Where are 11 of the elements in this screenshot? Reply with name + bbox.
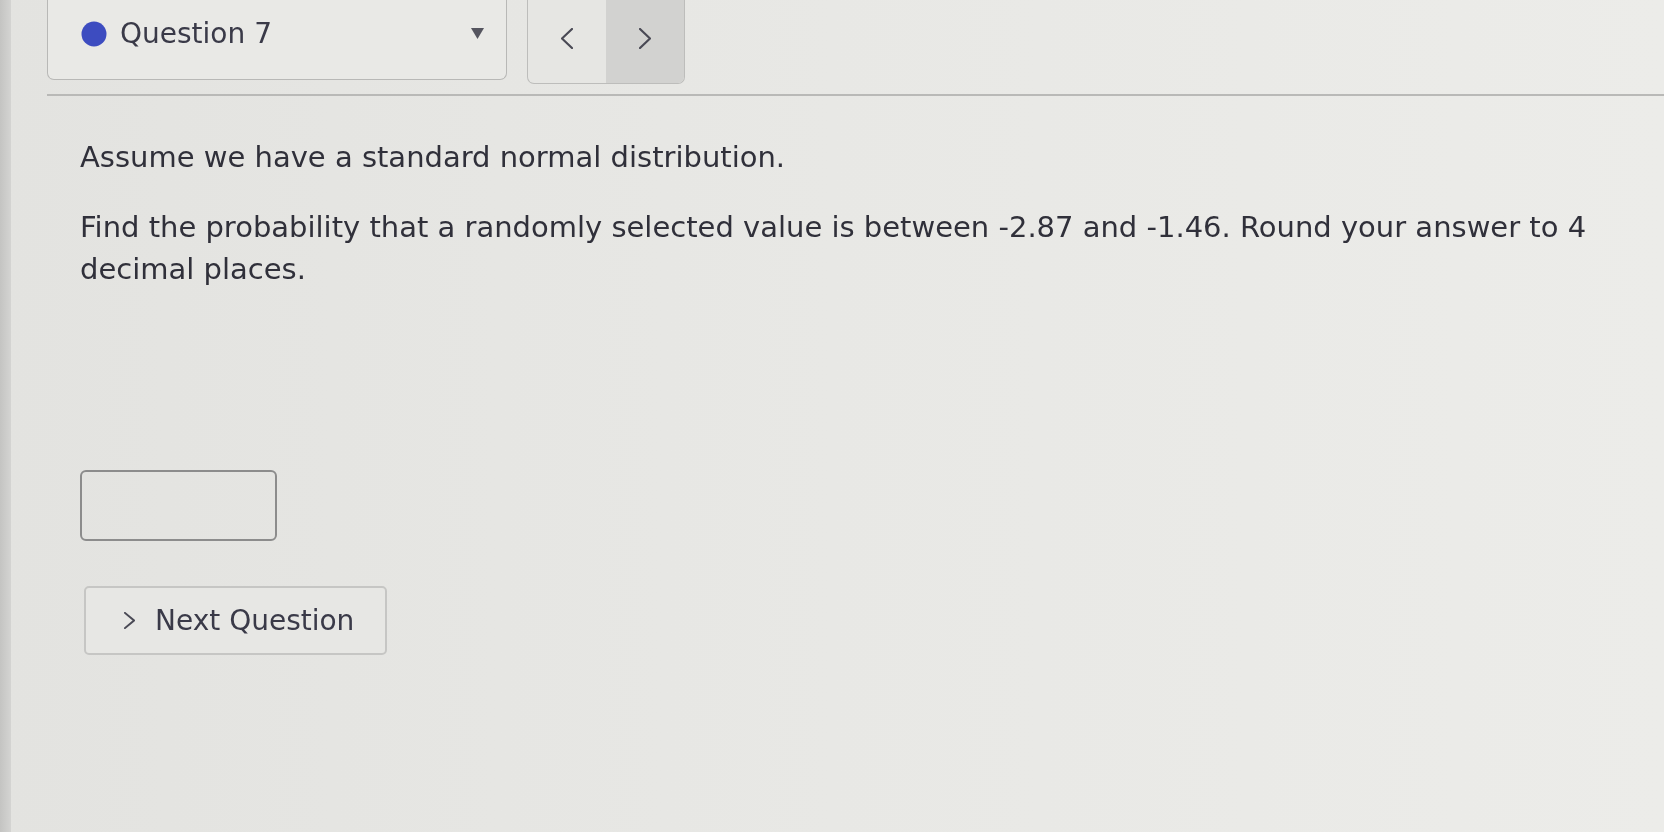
next-question-arrow-button[interactable]: [606, 0, 684, 83]
chevron-left-icon: [561, 28, 573, 49]
status-dot-icon: [81, 20, 107, 47]
question-text: Find the probability that a randomly selected value is between -2.87 and -1.46. Round your answer to 4 decimal places.: [80, 209, 1588, 288]
chevron-right-icon: [639, 28, 651, 49]
answer-field[interactable]: [80, 470, 277, 541]
question-text: Assume we have a standard normal distribution.: [80, 139, 787, 176]
chevron-right-icon: [124, 612, 135, 629]
caret-down-icon: [471, 28, 484, 39]
question-dropdown[interactable]: Question 7: [47, 0, 507, 80]
next-question-button[interactable]: Next Question: [84, 586, 387, 655]
